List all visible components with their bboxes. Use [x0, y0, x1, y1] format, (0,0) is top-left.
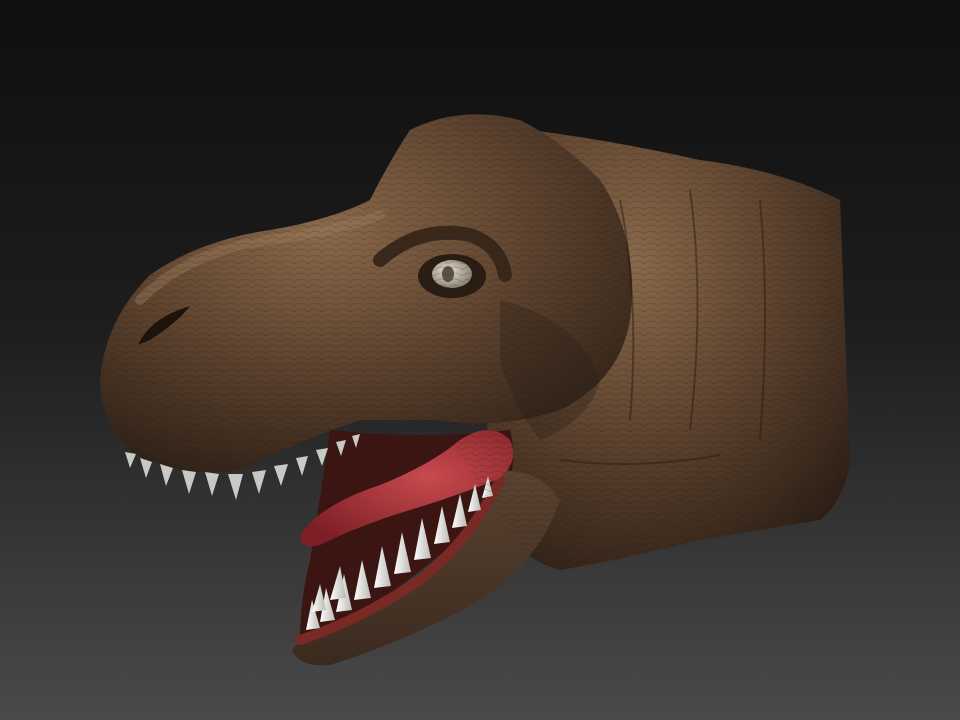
- dinosaur-render: [0, 0, 960, 720]
- render-viewport: [0, 0, 960, 720]
